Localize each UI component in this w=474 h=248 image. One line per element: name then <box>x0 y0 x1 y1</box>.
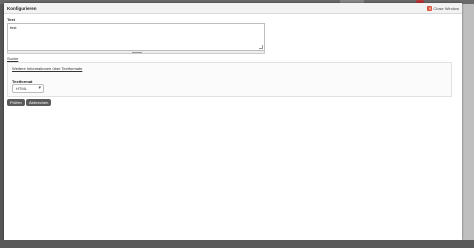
text-area-value: test <box>10 25 17 30</box>
background-sidebar <box>462 4 474 248</box>
close-icon[interactable]: ✕ <box>427 5 433 11</box>
dialog-title: Konfigurieren <box>7 6 37 11</box>
resize-corner-icon[interactable] <box>259 45 263 49</box>
dialog-titlebar: Konfigurieren ✕ Close Window <box>4 3 462 14</box>
text-area[interactable]: test <box>7 23 265 51</box>
close-window-label: Close Window <box>433 5 459 11</box>
configure-dialog: Konfigurieren ✕ Close Window Text test S… <box>4 3 462 240</box>
text-format-select[interactable]: HTML ▾ <box>12 84 44 93</box>
format-info-link[interactable]: Weitere Informationen über Textformate <box>12 66 82 71</box>
grip-handle-icon <box>132 52 142 53</box>
textarea-resize-grip[interactable] <box>7 51 265 54</box>
cancel-button[interactable]: Abbrechen <box>26 99 52 106</box>
search-link[interactable]: Suche <box>7 56 18 61</box>
save-button[interactable]: Prüfen <box>7 99 25 106</box>
text-format-selected: HTML <box>16 86 27 91</box>
text-field-label: Text <box>7 17 15 22</box>
background-footer <box>0 240 474 248</box>
chevron-down-icon: ▾ <box>38 85 41 91</box>
close-window-button[interactable]: ✕ Close Window <box>427 5 459 11</box>
text-format-fieldset: Weitere Informationen über Textformate T… <box>7 62 452 97</box>
